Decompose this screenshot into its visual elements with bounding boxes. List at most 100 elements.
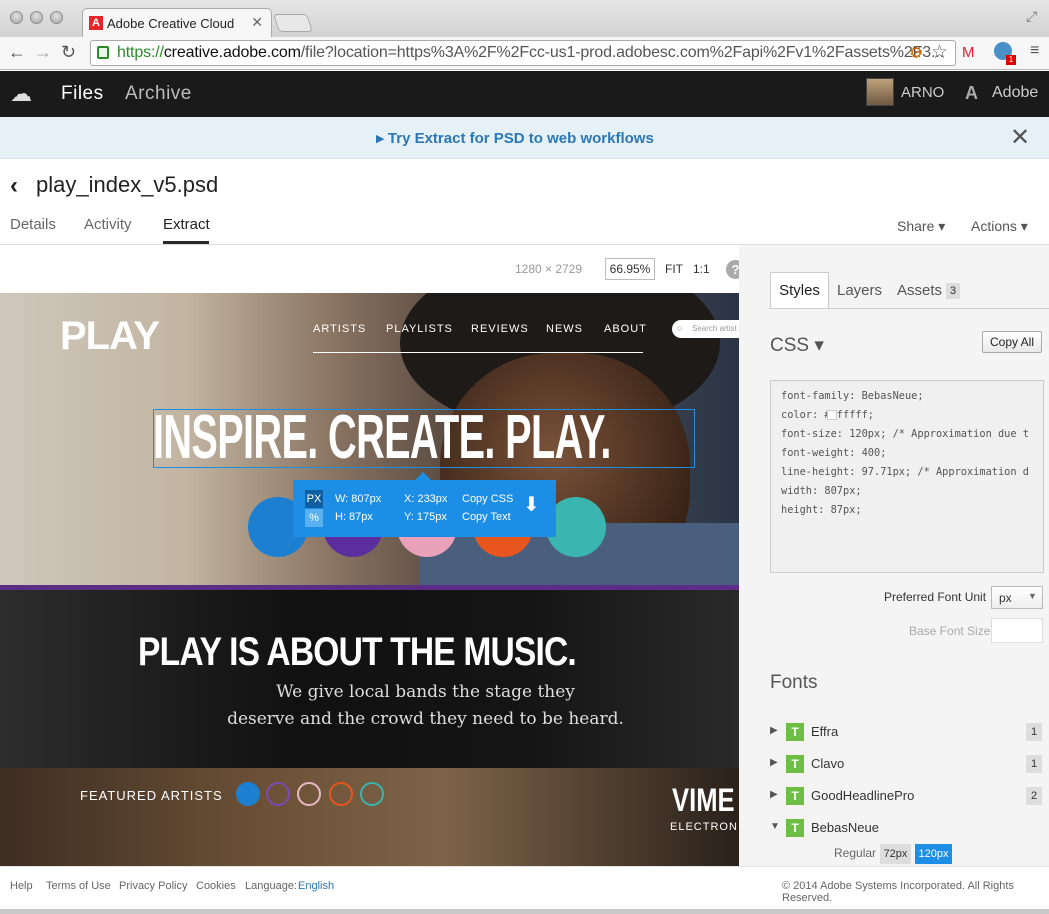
- bookmark-star-icon[interactable]: ☆: [931, 41, 948, 64]
- preferred-font-unit-label: Preferred Font Unit: [884, 590, 987, 604]
- footer-cookies-link[interactable]: Cookies: [196, 880, 236, 892]
- fit-button[interactable]: FIT: [665, 262, 683, 276]
- banner-message[interactable]: ▸ Try Extract for PSD to web workflows: [0, 129, 1030, 147]
- mockup-section-title[interactable]: PLAY IS ABOUT THE MUSIC.: [0, 630, 714, 675]
- css-line: height: 87px;: [781, 504, 862, 516]
- carousel-dot[interactable]: [297, 782, 321, 806]
- gmail-icon[interactable]: M: [962, 44, 975, 61]
- mockup-music-section[interactable]: [0, 590, 739, 768]
- selection-box: [153, 409, 695, 468]
- expand-triangle-icon[interactable]: ▶: [770, 725, 778, 736]
- avatar[interactable]: [866, 78, 894, 106]
- copy-css-button[interactable]: Copy CSS: [462, 493, 513, 505]
- typekit-icon: T: [786, 755, 804, 773]
- tab-styles[interactable]: Styles: [770, 272, 829, 309]
- font-size-120[interactable]: 120px: [915, 844, 952, 864]
- search-icon: ○: [677, 323, 683, 333]
- window-zoom-button[interactable]: [50, 11, 63, 24]
- mockup-nav-news[interactable]: NEWS: [546, 323, 583, 335]
- creative-cloud-icon[interactable]: ☁: [10, 81, 32, 107]
- address-bar[interactable]: https://creative.adobe.com/file?location…: [90, 40, 956, 66]
- browser-tab[interactable]: A Adobe Creative Cloud ✕: [82, 8, 272, 37]
- page-title: play_index_v5.psd: [36, 172, 219, 197]
- canvas-size: 1280 × 2729: [515, 262, 583, 276]
- collapse-triangle-icon[interactable]: ▼: [770, 821, 780, 832]
- zoom-input[interactable]: 66.95%: [605, 258, 655, 280]
- color-swatch: [827, 410, 837, 420]
- copy-all-button[interactable]: Copy All: [982, 331, 1042, 353]
- footer-privacy-link[interactable]: Privacy Policy: [119, 880, 187, 892]
- adobe-logo-icon: A: [965, 83, 978, 103]
- tab-details[interactable]: Details: [10, 216, 56, 233]
- tooltip-x: X: 233px: [404, 493, 448, 505]
- carousel-dot[interactable]: [236, 782, 260, 806]
- adobe-brand[interactable]: Adobe: [992, 84, 1038, 102]
- font-row-effra[interactable]: ▶ T Effra 1: [770, 722, 1042, 744]
- carousel-dot[interactable]: [266, 782, 290, 806]
- menu-icon[interactable]: ≡: [1030, 42, 1039, 60]
- mockup-nav-artists[interactable]: ARTISTS: [313, 323, 366, 335]
- mockup-section-line2[interactable]: deserve and the crowd they need to be he…: [0, 709, 851, 729]
- mockup-nav-playlists[interactable]: PLAYLISTS: [386, 323, 453, 335]
- close-icon[interactable]: ✕: [1010, 123, 1030, 152]
- fullscreen-icon[interactable]: ⤢: [1026, 8, 1037, 25]
- expand-triangle-icon[interactable]: ▶: [770, 789, 778, 800]
- font-unit-select[interactable]: px ▼: [991, 586, 1043, 609]
- lock-icon: [97, 46, 109, 59]
- forward-arrow-icon[interactable]: →: [34, 42, 52, 63]
- font-row-clavo[interactable]: ▶ T Clavo 1: [770, 754, 1042, 776]
- carousel-dot[interactable]: [360, 782, 384, 806]
- actual-size-button[interactable]: 1:1: [693, 262, 710, 276]
- carousel-dot[interactable]: [329, 782, 353, 806]
- css-line: line-height: 97.71px; /* Approximation d: [781, 466, 1029, 478]
- url-text: https://creative.adobe.com/file?location…: [117, 44, 944, 61]
- tooltip-arrow: [415, 472, 431, 480]
- user-name[interactable]: ARNO: [901, 84, 944, 101]
- tab-activity[interactable]: Activity: [84, 216, 132, 233]
- back-arrow-icon[interactable]: ←: [8, 42, 26, 63]
- actions-dropdown[interactable]: Actions ▾: [971, 218, 1028, 235]
- font-size-72[interactable]: 72px: [880, 844, 911, 864]
- base-font-size-input[interactable]: [991, 618, 1043, 643]
- promo-banner: ▸ Try Extract for PSD to web workflows ✕: [0, 117, 1049, 159]
- mockup-featured-sub: ELECTRON: [670, 821, 738, 833]
- tab-close-icon[interactable]: ✕: [251, 14, 263, 31]
- css-line: font-family: BebasNeue;: [781, 390, 924, 402]
- font-row-goodheadlinepro[interactable]: ▶ T GoodHeadlinePro 2: [770, 786, 1042, 808]
- footer-terms-link[interactable]: Terms of Use: [46, 880, 111, 892]
- unit-percent-toggle[interactable]: %: [305, 509, 323, 527]
- nav-archive[interactable]: Archive: [125, 83, 192, 105]
- expand-triangle-icon[interactable]: ▶: [770, 757, 778, 768]
- footer-language-link[interactable]: English: [298, 880, 334, 892]
- mockup-nav-about[interactable]: ABOUT: [604, 323, 647, 335]
- mockup-section-line1[interactable]: We give local bands the stage they: [0, 682, 851, 702]
- new-tab-button[interactable]: [273, 14, 313, 32]
- font-name: GoodHeadlinePro: [811, 788, 915, 803]
- share-dropdown[interactable]: Share ▾: [897, 218, 945, 235]
- reload-icon[interactable]: ↻: [61, 42, 76, 63]
- tab-extract[interactable]: Extract: [163, 216, 210, 233]
- font-row-bebasneue[interactable]: ▼ T BebasNeue: [770, 818, 1042, 840]
- css-dropdown[interactable]: CSS ▾: [770, 334, 824, 357]
- css-code-box[interactable]: font-family: BebasNeue; color: #ffffff; …: [770, 380, 1044, 573]
- tab-layers[interactable]: Layers: [837, 282, 882, 299]
- mockup-featured-section[interactable]: FEATURED ARTISTS: [0, 768, 739, 866]
- window-close-button[interactable]: [10, 11, 23, 24]
- typekit-icon: T: [786, 819, 804, 837]
- font-name: BebasNeue: [811, 820, 879, 835]
- mockup-logo[interactable]: PLAY: [60, 314, 160, 359]
- copy-text-button[interactable]: Copy Text: [462, 511, 511, 523]
- nav-files[interactable]: Files: [61, 83, 104, 105]
- extension-icon[interactable]: ⚙: [909, 43, 923, 63]
- footer-help-link[interactable]: Help: [10, 880, 33, 892]
- font-unit-value: px: [999, 591, 1012, 605]
- back-chevron-icon[interactable]: ‹: [10, 172, 18, 200]
- unit-px-toggle[interactable]: PX: [305, 490, 323, 508]
- measurement-tooltip: PX % W: 807px H: 87px X: 233px Y: 175px …: [293, 472, 556, 537]
- mockup-nav-reviews[interactable]: REVIEWS: [471, 323, 529, 335]
- assets-count-badge: 3: [946, 283, 960, 299]
- notification-badge: 1: [1006, 55, 1016, 65]
- tab-assets[interactable]: Assets: [897, 282, 942, 299]
- download-icon[interactable]: ⬇: [523, 492, 540, 517]
- window-minimize-button[interactable]: [30, 11, 43, 24]
